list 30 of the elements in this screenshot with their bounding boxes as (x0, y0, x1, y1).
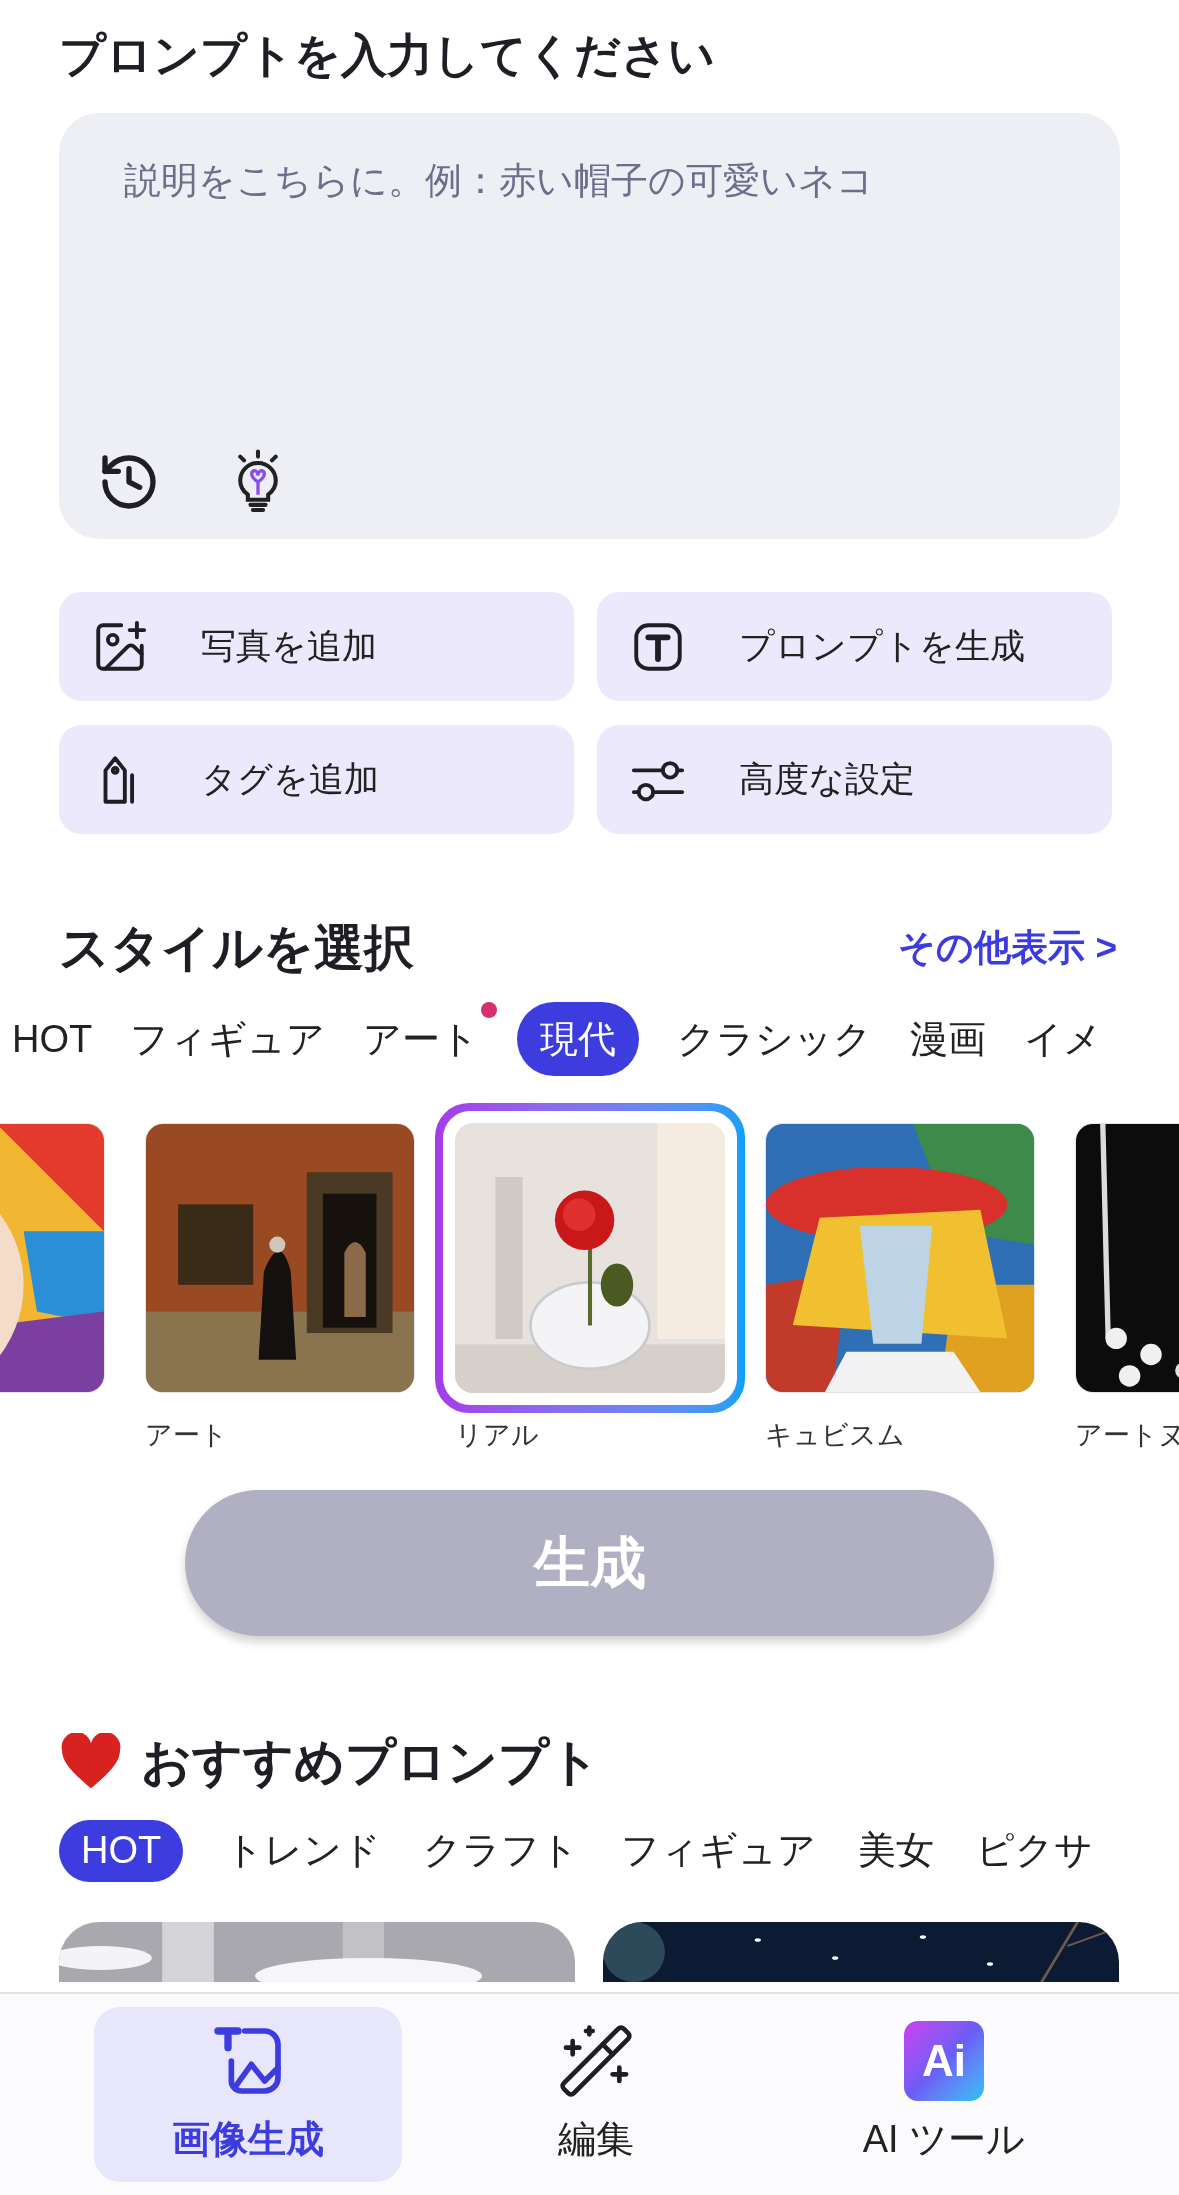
nav-tab[interactable]: 編集 (442, 2007, 750, 2182)
nav-tab[interactable]: 画像生成 (94, 2007, 402, 2182)
style-category-tab[interactable]: イメ (1024, 1002, 1103, 1077)
show-more-link[interactable]: その他表示 > (898, 920, 1117, 976)
style-category-tab[interactable]: フィギュア (130, 1002, 326, 1077)
recommended-heading: おすすめプロンプト (141, 1732, 600, 1792)
style-category-tab[interactable]: アート (363, 1002, 480, 1077)
prompt-category-tab[interactable]: HOT (59, 1819, 184, 1882)
prompt-category-tab[interactable]: ピクサ (976, 1819, 1094, 1882)
style-category-tab[interactable]: HOT (12, 1002, 93, 1077)
prompt-category-tab[interactable]: トレンド (225, 1819, 382, 1882)
style-label: キュビスム (765, 1419, 906, 1453)
style-label: リアル (455, 1419, 540, 1453)
prompt-field[interactable]: 説明をこちらに。例：赤い帽子の可愛いネコ (59, 113, 1120, 540)
heart-icon (59, 1732, 123, 1791)
prompt-category-tab[interactable]: クラフト (423, 1819, 580, 1882)
action-button[interactable]: プロンプトを生成 (597, 592, 1112, 702)
action-button[interactable]: 高度な設定 (597, 725, 1112, 835)
style-category-tab[interactable]: 現代 (517, 1002, 640, 1077)
style-category-tab[interactable]: クラシック (677, 1002, 873, 1077)
action-button[interactable]: 写真を追加 (59, 592, 574, 702)
style-category-tab[interactable]: 漫画 (910, 1002, 987, 1077)
action-button[interactable]: タグを追加 (59, 725, 574, 835)
prompt-heading: プロンプトを入力してください (59, 28, 716, 83)
style-label: アート (145, 1419, 229, 1453)
nav-tab[interactable]: Ai AI ツール (790, 2007, 1098, 2182)
ai-logo-icon: Ai (904, 2021, 984, 2101)
prompt-category-tab[interactable]: 美女 (858, 1819, 935, 1882)
prompt-category-tab[interactable]: フィギュア (621, 1819, 817, 1882)
style-heading: スタイルを選択 (59, 919, 414, 979)
